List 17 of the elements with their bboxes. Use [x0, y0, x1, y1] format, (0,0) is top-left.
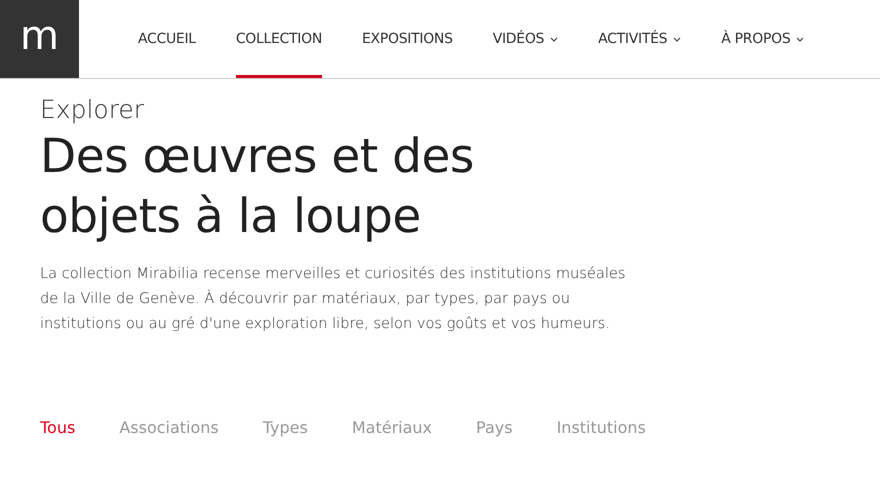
filter-tab[interactable]: Tous: [40, 418, 76, 437]
nav-link[interactable]: ACTIVITÉS: [598, 0, 682, 78]
nav-link[interactable]: ACCUEIL: [138, 0, 196, 78]
nav-label: ACCUEIL: [138, 31, 196, 47]
nav-link[interactable]: COLLECTION: [236, 0, 322, 78]
page-heading: Des œuvres et des objets à la loupe: [40, 128, 475, 246]
intro-paragraph: La collection Mirabilia recense merveilles et curiosités des institutions muséales de la Ville de Genève. À découvrir par matériaux, par types, par pays ou institutions ou au gré d'une exploration libre, selon vos goûts et vos humeurs.: [40, 264, 626, 334]
nav-label: VIDÉOS: [492, 31, 544, 47]
nav-label: COLLECTION: [236, 31, 322, 47]
nav-label: À PROPOS: [721, 31, 790, 47]
nav-link[interactable]: VIDÉOS: [492, 0, 558, 78]
eyebrow: Explorer: [40, 95, 146, 125]
nav-link[interactable]: À PROPOS: [721, 0, 804, 78]
nav-link[interactable]: EXPOSITIONS: [362, 0, 453, 78]
logo[interactable]: m: [0, 0, 79, 78]
nav-label: EXPOSITIONS: [362, 31, 453, 47]
nav-label: ACTIVITÉS: [598, 31, 668, 47]
